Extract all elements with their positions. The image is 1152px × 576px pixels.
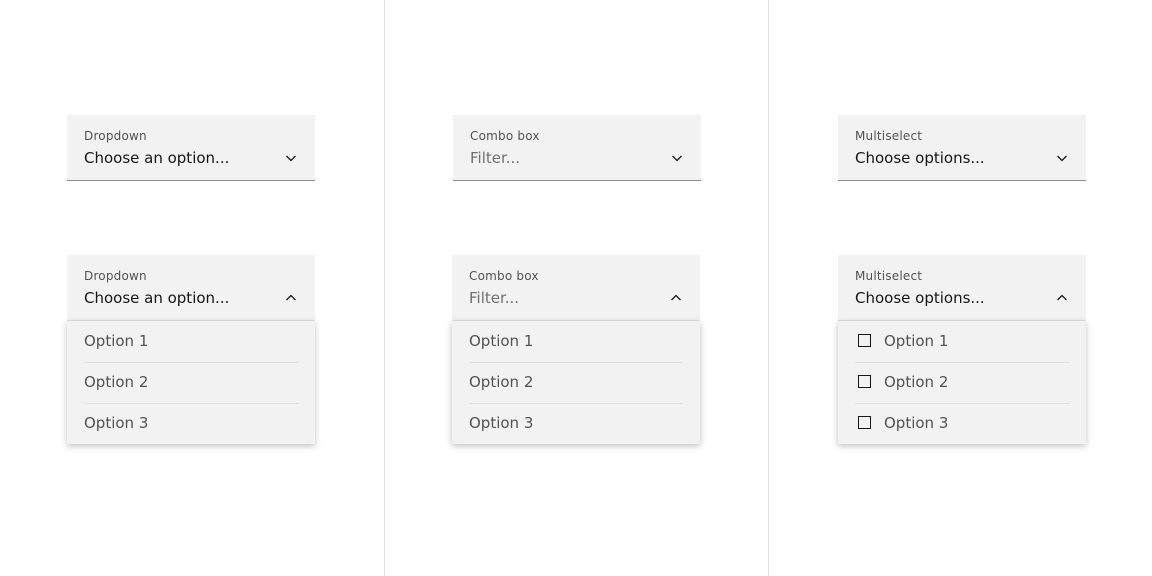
column-divider [768, 0, 769, 576]
option-divider [855, 362, 1069, 363]
combo-box-option[interactable]: Option 3 [452, 403, 700, 444]
chevron-down-icon[interactable] [671, 152, 683, 164]
chevron-up-icon[interactable] [285, 292, 297, 304]
dropdown-menu: Option 1 Option 2 Option 3 [67, 321, 315, 444]
option-label: Option 1 [884, 332, 949, 350]
dropdown-open[interactable]: Dropdown Choose an option... [67, 255, 315, 321]
combo-box-label: Combo box [469, 269, 539, 283]
combo-box-label: Combo box [470, 129, 540, 143]
option-label: Option 2 [84, 373, 149, 391]
multiselect-label: Multiselect [855, 129, 923, 143]
option-label: Option 2 [884, 373, 949, 391]
dropdown-option[interactable]: Option 2 [67, 362, 315, 403]
chevron-up-icon[interactable] [1056, 292, 1068, 304]
checkbox[interactable] [858, 334, 871, 347]
option-label: Option 3 [84, 414, 149, 432]
dropdown-label: Dropdown [84, 269, 147, 283]
option-divider [855, 403, 1069, 404]
chevron-up-icon[interactable] [670, 292, 682, 304]
option-label: Option 1 [84, 332, 149, 350]
multiselect-open[interactable]: Multiselect Choose options... [838, 255, 1086, 321]
option-divider [469, 362, 683, 363]
multiselect-value: Choose options... [855, 289, 985, 307]
checkbox[interactable] [858, 416, 871, 429]
chevron-down-icon[interactable] [285, 152, 297, 164]
combo-box-option[interactable]: Option 1 [452, 321, 700, 362]
option-divider [469, 403, 683, 404]
multiselect-option[interactable]: Option 3 [838, 403, 1086, 444]
option-divider [84, 362, 298, 363]
combo-box-input[interactable]: Filter... [470, 149, 520, 167]
multiselect-option[interactable]: Option 1 [838, 321, 1086, 362]
multiselect-option[interactable]: Option 2 [838, 362, 1086, 403]
chevron-down-icon[interactable] [1056, 152, 1068, 164]
dropdown-value: Choose an option... [84, 149, 230, 167]
multiselect-label: Multiselect [855, 269, 923, 283]
option-label: Option 2 [469, 373, 534, 391]
dropdown-label: Dropdown [84, 129, 147, 143]
multiselect-value: Choose options... [855, 149, 985, 167]
page: Dropdown Choose an option... Dropdown Ch… [0, 0, 1152, 576]
dropdown-option[interactable]: Option 3 [67, 403, 315, 444]
combo-box-open[interactable]: Combo box Filter... [452, 255, 700, 321]
dropdown-option[interactable]: Option 1 [67, 321, 315, 362]
option-label: Option 3 [884, 414, 949, 432]
column-divider [384, 0, 385, 576]
combo-box-option[interactable]: Option 2 [452, 362, 700, 403]
combo-box-menu: Option 1 Option 2 Option 3 [452, 321, 700, 444]
dropdown-closed[interactable]: Dropdown Choose an option... [67, 115, 315, 181]
combo-box-closed[interactable]: Combo box Filter... [453, 115, 701, 181]
multiselect-closed[interactable]: Multiselect Choose options... [838, 115, 1086, 181]
checkbox[interactable] [858, 375, 871, 388]
dropdown-value: Choose an option... [84, 289, 230, 307]
multiselect-menu: Option 1 Option 2 Option 3 [838, 321, 1086, 444]
option-label: Option 1 [469, 332, 534, 350]
option-label: Option 3 [469, 414, 534, 432]
option-divider [84, 403, 298, 404]
combo-box-input[interactable]: Filter... [469, 289, 519, 307]
